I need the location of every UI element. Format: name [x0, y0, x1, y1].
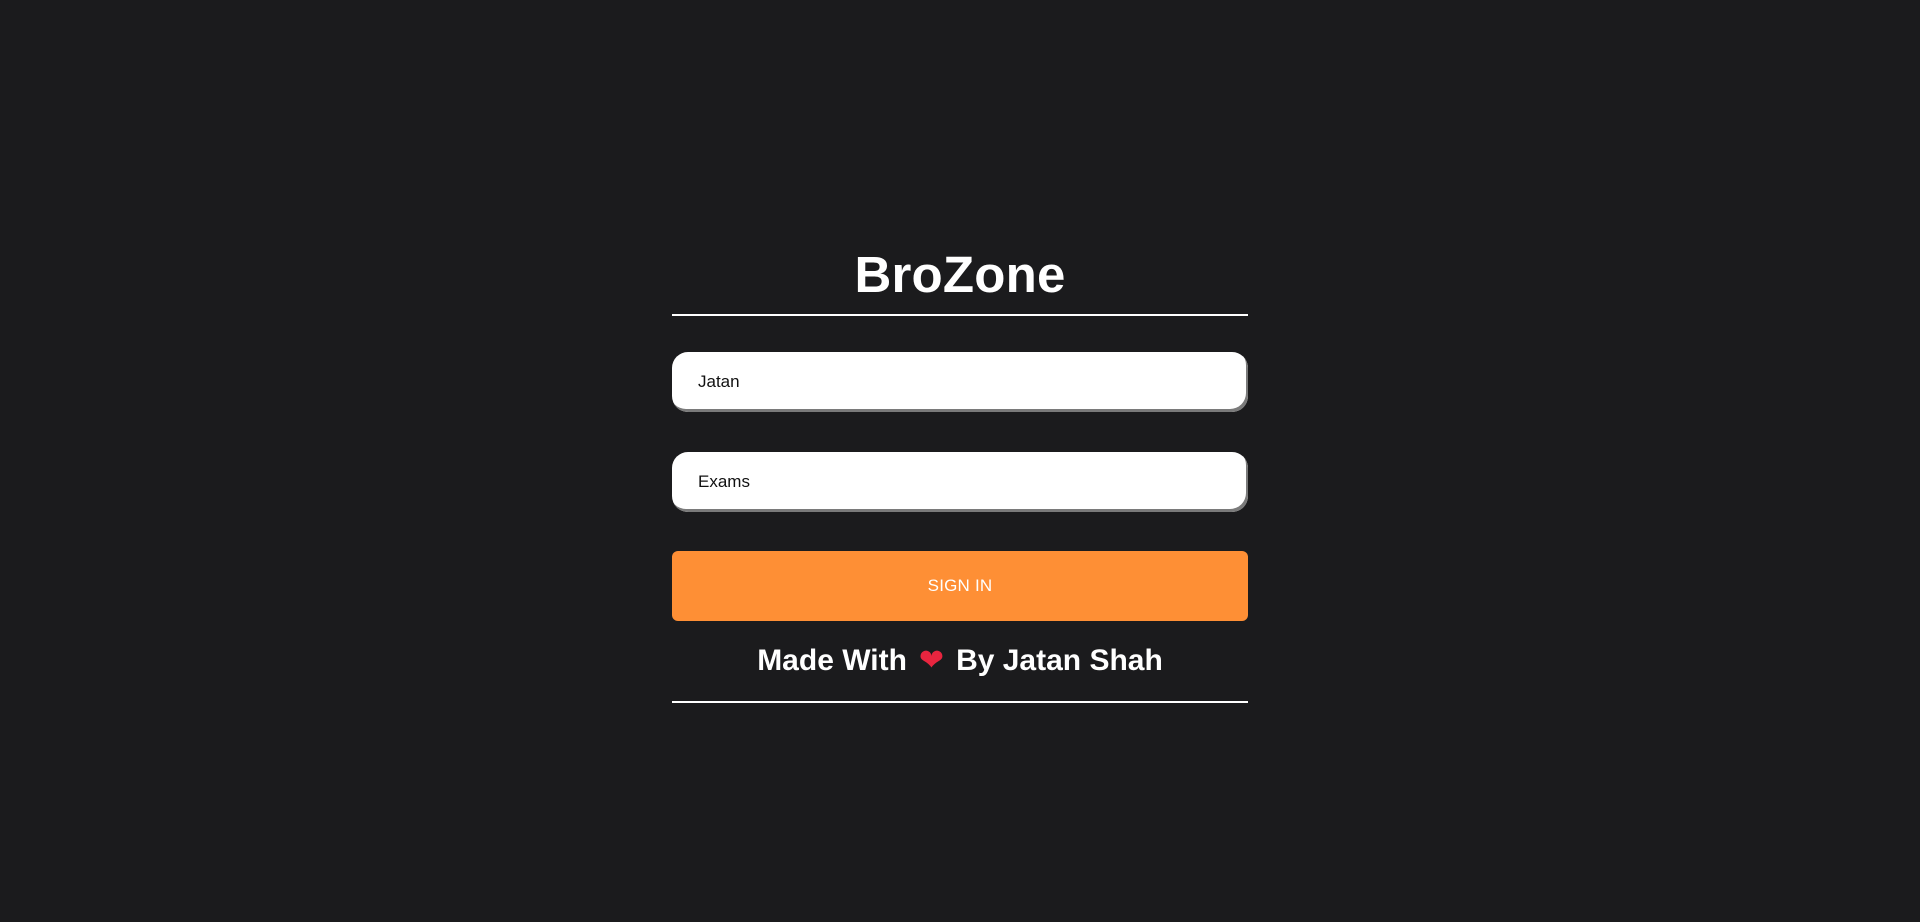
login-page: BroZone SIGN IN Made With ❤ By Jatan Shah — [0, 0, 1920, 922]
author-text: By Jatan Shah — [956, 644, 1163, 677]
sign-in-button[interactable]: SIGN IN — [672, 551, 1248, 621]
username-input[interactable] — [672, 352, 1248, 412]
heart-icon: ❤ — [918, 644, 945, 677]
title-divider — [672, 314, 1248, 316]
app-title: BroZone — [854, 246, 1066, 303]
made-with-text: Made With — [757, 644, 907, 677]
password-input[interactable] — [672, 452, 1248, 512]
credit-line: Made With ❤ By Jatan Shah — [672, 621, 1248, 701]
footer-divider — [672, 701, 1248, 703]
login-card: BroZone SIGN IN Made With ❤ By Jatan Shah — [672, 236, 1248, 703]
